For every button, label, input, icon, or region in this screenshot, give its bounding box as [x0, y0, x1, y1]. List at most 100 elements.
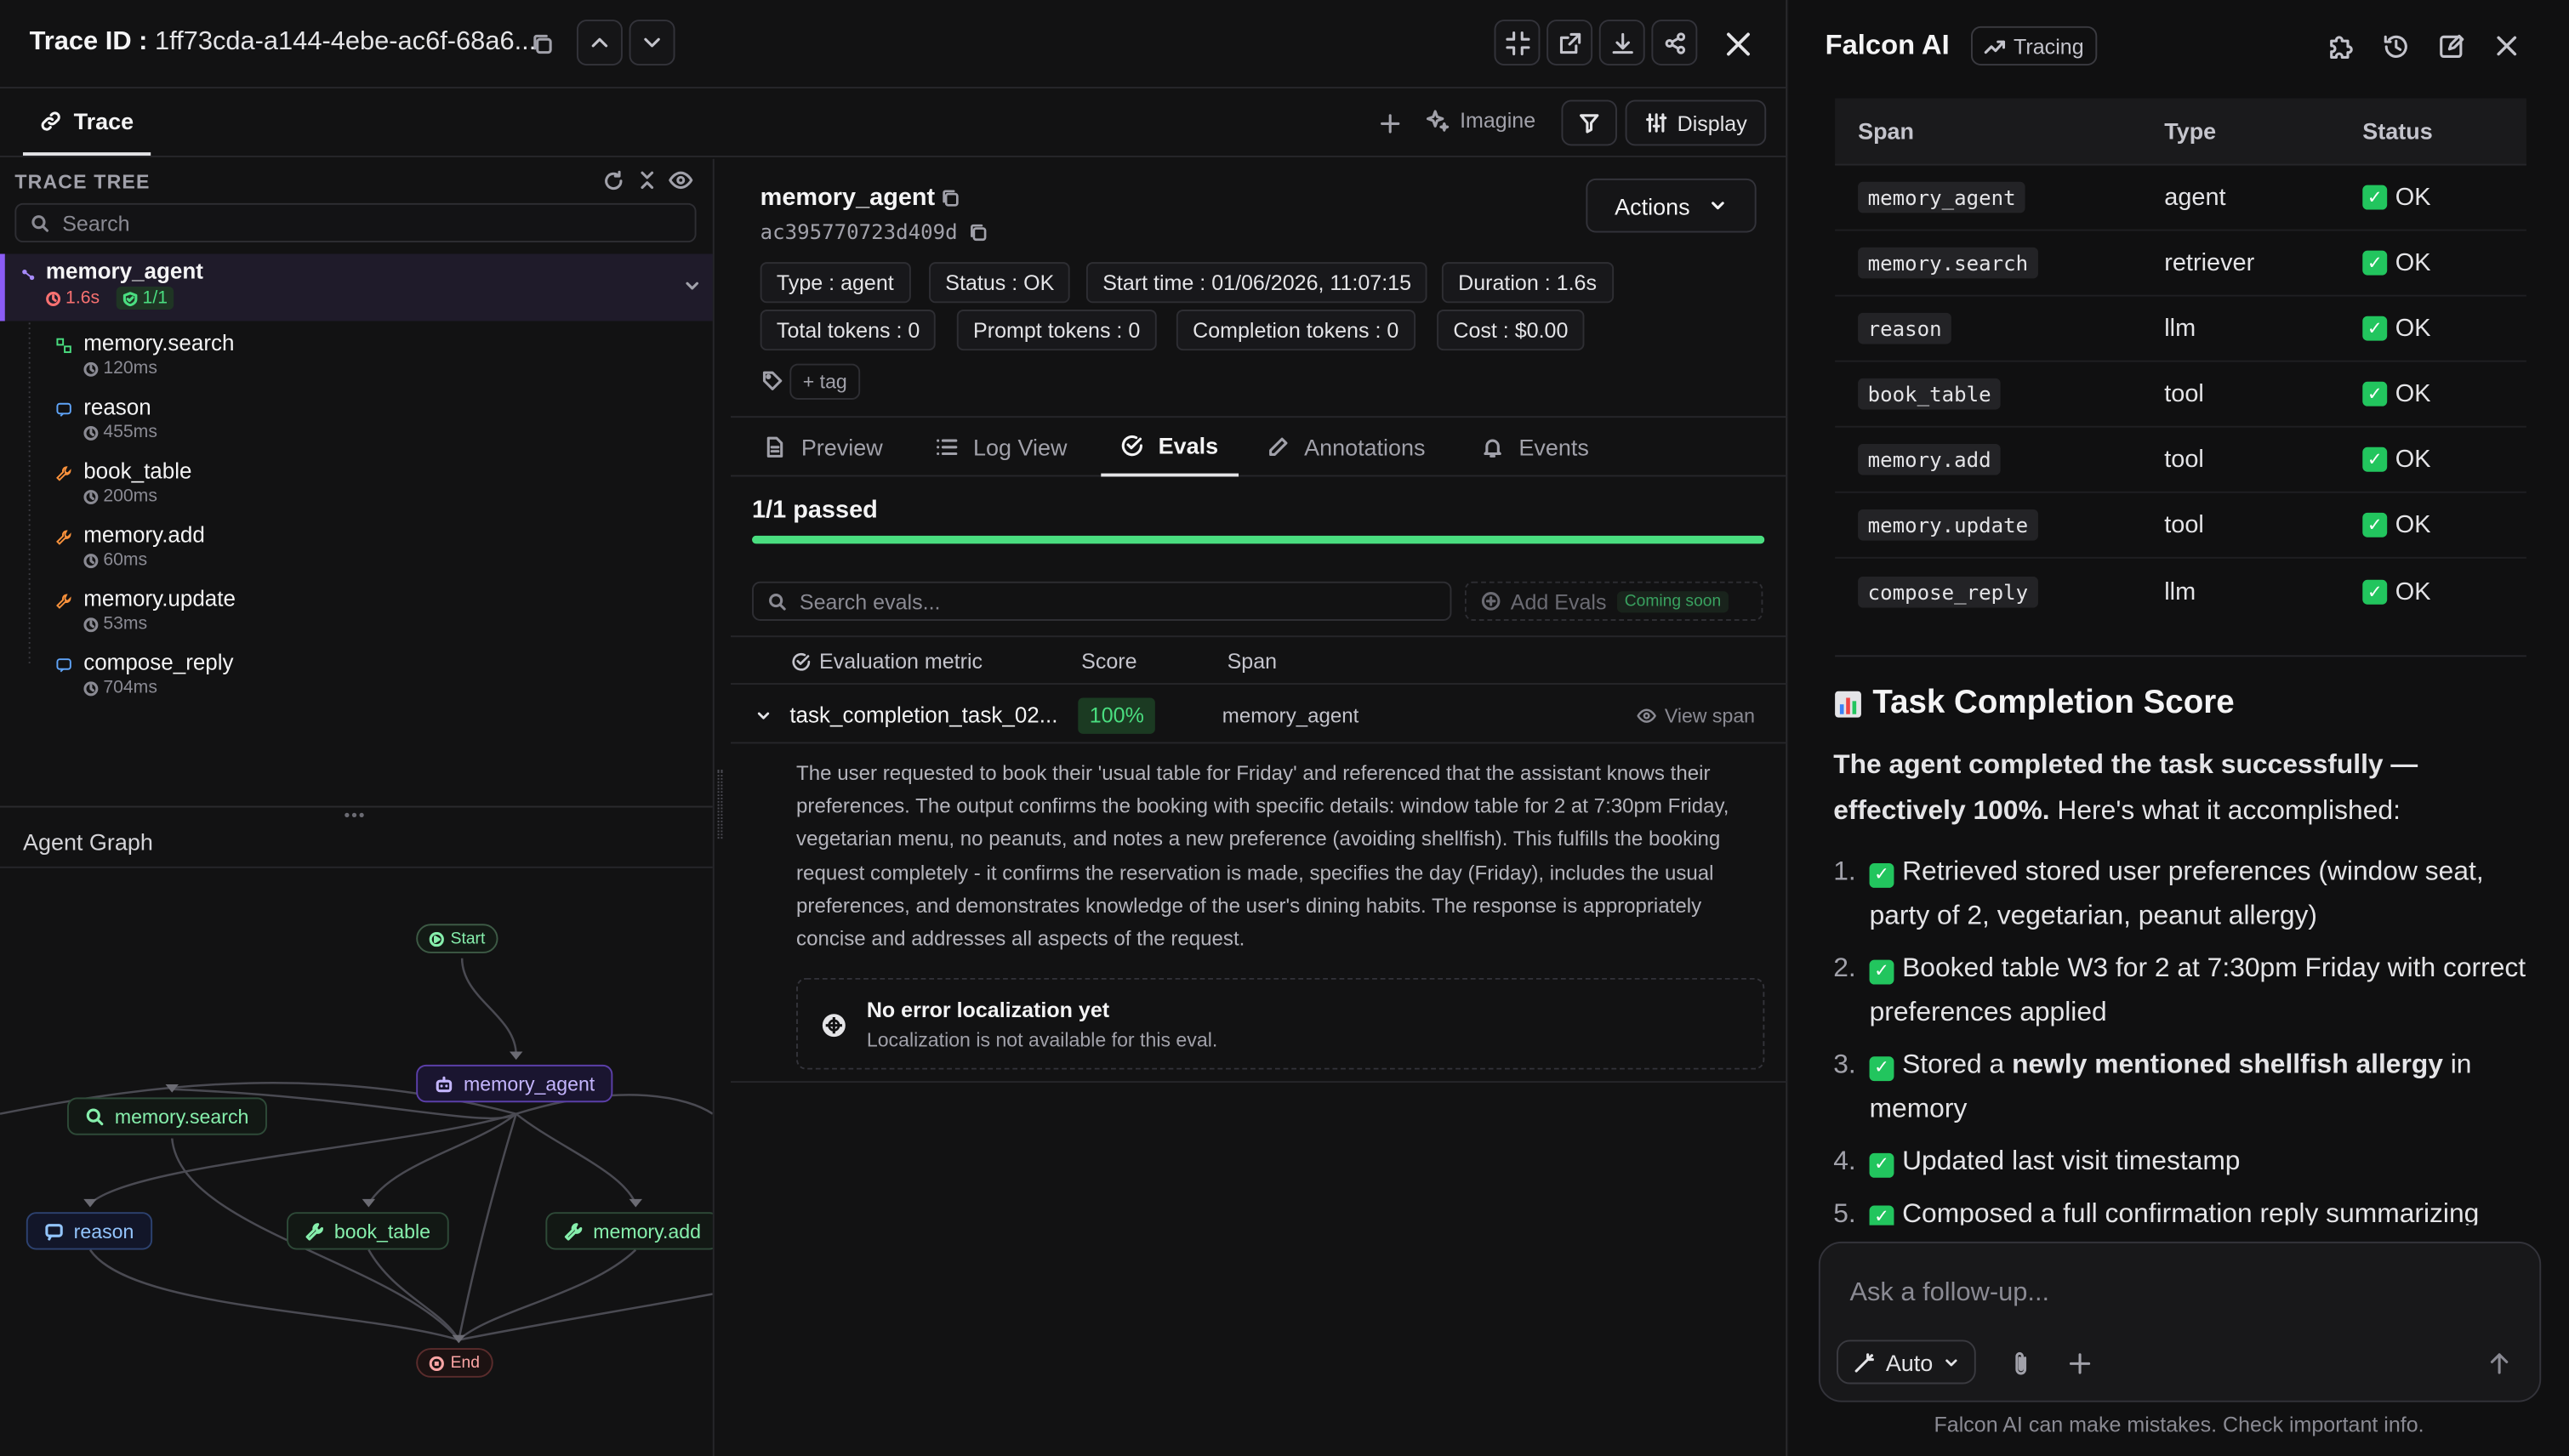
next-trace-button[interactable]	[629, 20, 675, 66]
row-status: OK	[2395, 314, 2431, 343]
chip-completion-tokens: Completion tokens : 0	[1176, 310, 1416, 351]
chevron-down-icon[interactable]	[755, 708, 772, 724]
tree-node-memory-search[interactable]: memory.search 120ms	[0, 326, 713, 390]
imagine-button[interactable]: Imagine	[1426, 108, 1536, 134]
view-span-label: View span	[1664, 704, 1756, 728]
add-evals-button[interactable]: Add Evals Coming soon	[1464, 581, 1763, 621]
tab-evals[interactable]: Evals	[1101, 418, 1239, 477]
tree-node-duration: 60ms	[83, 550, 147, 570]
close-icon[interactable]	[2491, 30, 2524, 63]
tree-node-duration: 704ms	[83, 678, 157, 697]
tab-events-label: Events	[1518, 434, 1589, 461]
check-icon: ✓	[1869, 1056, 1894, 1082]
graph-node-start[interactable]: Start	[416, 924, 498, 953]
row-type: agent	[2164, 183, 2226, 212]
chevron-down-icon	[1712, 202, 1725, 210]
col-status: Status	[2362, 117, 2433, 145]
stop-circle-icon	[429, 1355, 444, 1371]
check-icon: ✓	[2362, 185, 2388, 210]
graph-node-reason[interactable]: reason	[26, 1212, 152, 1250]
graph-node-end[interactable]: End	[416, 1348, 493, 1378]
graph-node-memory-search[interactable]: memory.search	[66, 1097, 267, 1135]
list-number: 5.	[1833, 1198, 1856, 1226]
add-node-label: memory.add	[593, 1219, 701, 1243]
tree-node-memory-add[interactable]: memory.add 60ms	[0, 518, 713, 582]
reason-node-label: reason	[73, 1219, 134, 1243]
display-button[interactable]: Display	[1625, 100, 1767, 146]
tree-node-compose-reply[interactable]: compose_reply 704ms	[0, 646, 713, 709]
send-icon[interactable]	[2482, 1346, 2515, 1379]
add-tag-button[interactable]: + tag	[789, 363, 861, 400]
chevron-down-icon	[644, 37, 660, 48]
paperclip-icon[interactable]	[2003, 1346, 2036, 1379]
tracing-badge[interactable]: Tracing	[1970, 26, 2098, 66]
open-new-tab-button[interactable]	[1547, 20, 1593, 66]
tree-node-book-table[interactable]: book_table 200ms	[0, 454, 713, 518]
graph-node-memory-add[interactable]: memory.add	[545, 1212, 713, 1250]
col-metric: Evaluation metric	[819, 648, 983, 674]
book-node-label: book_table	[333, 1219, 430, 1243]
plus-icon[interactable]	[2063, 1346, 2096, 1379]
tree-node-memory-update[interactable]: memory.update 53ms	[0, 582, 713, 646]
evals-passed-count: 1/1 passed	[752, 496, 878, 525]
history-icon[interactable]	[2379, 30, 2412, 63]
tab-events[interactable]: Events	[1481, 418, 1589, 476]
detail-divider[interactable]	[712, 158, 715, 1456]
crosshair-icon	[822, 1014, 846, 1038]
tab-annotations[interactable]: Annotations	[1267, 418, 1426, 476]
wrench-icon	[56, 530, 71, 545]
download-icon	[1611, 31, 1632, 54]
close-icon[interactable]	[1720, 26, 1756, 62]
list-number: 4.	[1833, 1146, 1856, 1176]
view-span-button[interactable]: View span	[1637, 704, 1755, 727]
new-chat-icon[interactable]	[2435, 30, 2468, 63]
minimize-icon	[1505, 31, 1529, 55]
duration-value: 704ms	[103, 678, 157, 698]
copy-icon[interactable]	[966, 221, 989, 244]
eval-search-input[interactable]: Search evals...	[752, 581, 1452, 621]
clock-icon	[83, 489, 99, 504]
share-button[interactable]	[1651, 20, 1698, 66]
tab-trace[interactable]: Trace	[22, 90, 151, 156]
wrench-icon	[564, 1222, 583, 1240]
list-item: 1. ✓ Retrieved stored user preferences (wi…	[1833, 850, 2538, 939]
tree-node-name: memory.add	[83, 522, 205, 548]
score-heading: Task Completion Score	[1833, 685, 2235, 722]
copy-icon[interactable]	[527, 30, 557, 60]
table-row: compose_reply llm ✓ OK	[1835, 559, 2526, 624]
table-row: book_table tool ✓ OK	[1835, 362, 2526, 428]
eval-row[interactable]: task_completion_task_02... 100% memory_a…	[730, 688, 1788, 744]
followup-input[interactable]: Ask a follow-up...	[1849, 1279, 2049, 1309]
item-pre: Composed a full confirmation reply summa…	[1902, 1198, 2480, 1226]
item-bold: newly mentioned shellfish allergy	[2012, 1049, 2443, 1080]
error-subtitle: Localization is not available for this e…	[866, 1028, 1218, 1052]
chat-scroll-area[interactable]: Span Type Status memory_agent agent ✓ OK …	[1789, 0, 2569, 1226]
clock-icon	[83, 680, 99, 696]
actions-button[interactable]: Actions	[1586, 178, 1757, 233]
tree-node-reason[interactable]: reason 455ms	[0, 390, 713, 453]
filter-button[interactable]	[1561, 100, 1617, 146]
resize-handle-icon[interactable]	[717, 770, 723, 839]
imagine-label: Imagine	[1460, 108, 1536, 134]
trace-tabs: Trace Imagine Display	[0, 90, 1788, 157]
falcon-title: Falcon AI	[1825, 29, 1950, 61]
tab-log-label: Log View	[973, 434, 1068, 461]
copy-icon[interactable]	[939, 187, 962, 210]
wrench-icon	[56, 594, 71, 609]
prev-trace-button[interactable]	[576, 20, 623, 66]
puzzle-icon[interactable]	[2323, 30, 2356, 63]
tab-log-view[interactable]: Log View	[936, 418, 1068, 476]
mode-selector[interactable]: Auto	[1837, 1339, 1976, 1385]
tab-preview[interactable]: Preview	[764, 418, 883, 476]
graph-node-book-table[interactable]: book_table	[287, 1212, 449, 1250]
span-id: ac395770723d409d	[760, 219, 958, 244]
detail-bottom-divider	[730, 1081, 1788, 1083]
graph-node-memory-agent[interactable]: memory_agent	[416, 1064, 613, 1103]
tree-node-name: memory.search	[83, 331, 235, 355]
download-button[interactable]	[1598, 20, 1645, 66]
plus-icon[interactable]	[1376, 110, 1403, 136]
llm-icon	[56, 658, 71, 673]
collapse-button[interactable]	[1494, 20, 1541, 66]
accomplishments-list: 1. ✓ Retrieved stored user preferences (wi…	[1833, 850, 2538, 1226]
list-item: 4. ✓ Updated last visit timestamp	[1833, 1140, 2538, 1184]
